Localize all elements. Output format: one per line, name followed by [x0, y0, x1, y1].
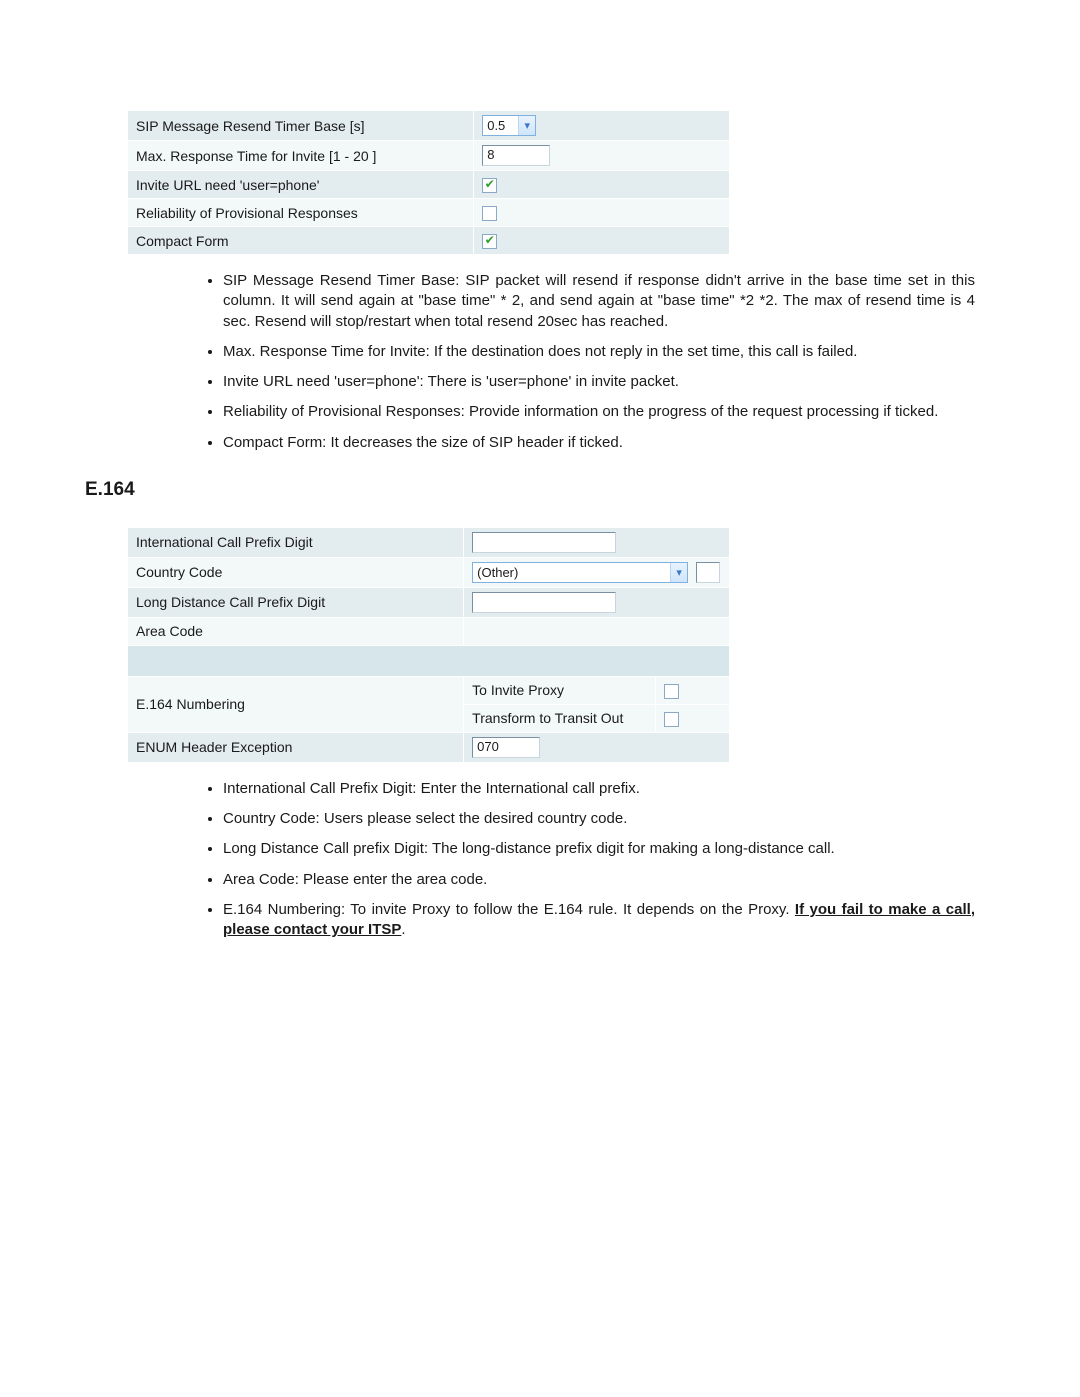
enum-header-exception-label: ENUM Header Exception	[128, 732, 464, 762]
reliability-provisional-checkbox[interactable]	[482, 206, 497, 221]
enum-header-exception-input[interactable]: 070	[472, 737, 540, 758]
sip-description-list: SIP Message Resend Timer Base: SIP packe…	[85, 271, 995, 453]
table-row: Long Distance Call Prefix Digit	[128, 587, 730, 617]
chevron-down-icon: ▾	[670, 563, 687, 582]
sip-resend-timer-label: SIP Message Resend Timer Base [s]	[128, 111, 474, 141]
to-invite-proxy-label: To Invite Proxy	[464, 676, 656, 704]
compact-form-checkbox[interactable]	[482, 234, 497, 249]
country-code-label: Country Code	[128, 557, 464, 587]
list-item: International Call Prefix Digit: Enter t…	[223, 779, 995, 799]
e164-settings-table: International Call Prefix Digit Country …	[127, 527, 730, 763]
e164-numbering-desc-prefix: E.164 Numbering: To invite Proxy to foll…	[223, 901, 795, 918]
intl-call-prefix-label: International Call Prefix Digit	[128, 527, 464, 557]
table-row: E.164 Numbering To Invite Proxy	[128, 676, 730, 704]
sip-settings-table: SIP Message Resend Timer Base [s] 0.5 ▾ …	[127, 110, 730, 255]
e164-description-list: International Call Prefix Digit: Enter t…	[85, 779, 995, 941]
long-distance-prefix-input[interactable]	[472, 592, 616, 613]
long-distance-prefix-label: Long Distance Call Prefix Digit	[128, 587, 464, 617]
invite-url-user-phone-checkbox[interactable]	[482, 178, 497, 193]
list-item: Reliability of Provisional Responses: Pr…	[223, 402, 995, 422]
sip-resend-timer-select[interactable]: 0.5 ▾	[482, 115, 536, 136]
separator-row	[128, 645, 730, 676]
list-item: Invite URL need 'user=phone': There is '…	[223, 372, 995, 392]
e164-numbering-label: E.164 Numbering	[128, 676, 464, 732]
table-row: Reliability of Provisional Responses	[128, 199, 730, 227]
e164-numbering-desc-suffix: .	[401, 921, 405, 938]
max-response-time-input[interactable]: 8	[482, 145, 550, 166]
max-response-time-label: Max. Response Time for Invite [1 - 20 ]	[128, 141, 474, 171]
table-row: International Call Prefix Digit	[128, 527, 730, 557]
country-code-extra-input[interactable]	[696, 562, 720, 583]
area-code-label: Area Code	[128, 617, 464, 645]
transform-transit-out-checkbox[interactable]	[664, 712, 679, 727]
list-item: Country Code: Users please select the de…	[223, 809, 995, 829]
table-row: Max. Response Time for Invite [1 - 20 ] …	[128, 141, 730, 171]
list-item: Max. Response Time for Invite: If the de…	[223, 342, 995, 362]
list-item: Long Distance Call prefix Digit: The lon…	[223, 839, 995, 859]
table-row: Invite URL need 'user=phone'	[128, 171, 730, 199]
section-heading-e164: E.164	[85, 479, 995, 501]
table-row: SIP Message Resend Timer Base [s] 0.5 ▾	[128, 111, 730, 141]
reliability-provisional-label: Reliability of Provisional Responses	[128, 199, 474, 227]
table-row: Compact Form	[128, 227, 730, 255]
table-row: Area Code	[128, 617, 730, 645]
compact-form-label: Compact Form	[128, 227, 474, 255]
table-row: Country Code (Other) ▾	[128, 557, 730, 587]
list-item: Area Code: Please enter the area code.	[223, 870, 995, 890]
table-row: ENUM Header Exception 070	[128, 732, 730, 762]
chevron-down-icon: ▾	[518, 116, 535, 135]
select-value: (Other)	[477, 565, 518, 580]
invite-url-user-phone-label: Invite URL need 'user=phone'	[128, 171, 474, 199]
list-item: SIP Message Resend Timer Base: SIP packe…	[223, 271, 995, 332]
list-item: Compact Form: It decreases the size of S…	[223, 433, 995, 453]
intl-call-prefix-input[interactable]	[472, 532, 616, 553]
list-item: E.164 Numbering: To invite Proxy to foll…	[223, 900, 995, 941]
to-invite-proxy-checkbox[interactable]	[664, 684, 679, 699]
country-code-select[interactable]: (Other) ▾	[472, 562, 688, 583]
select-value: 0.5	[487, 118, 505, 133]
transform-transit-out-label: Transform to Transit Out	[464, 704, 656, 732]
